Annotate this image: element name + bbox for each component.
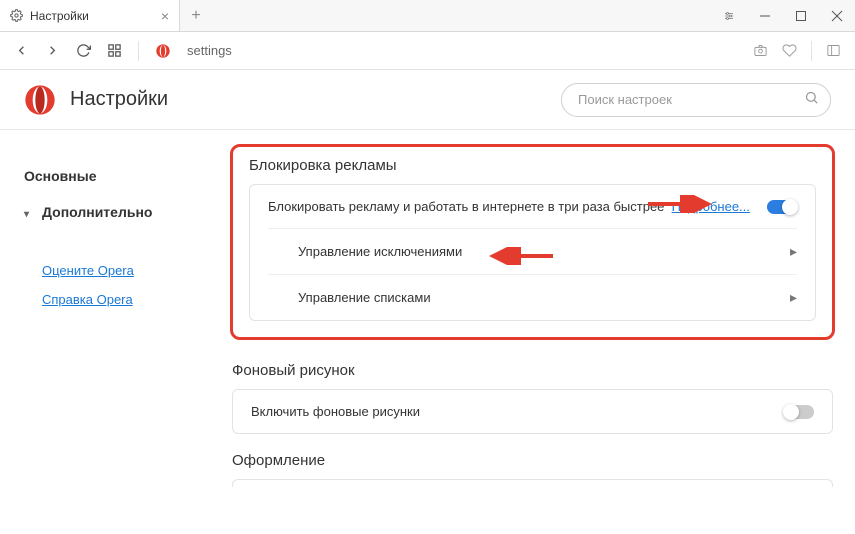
appearance-section: Оформление — [230, 452, 835, 487]
appearance-title: Оформление — [232, 452, 833, 469]
exceptions-row[interactable]: Управление исключениями ▸ — [268, 228, 797, 274]
exceptions-label: Управление исключениями — [298, 244, 778, 259]
adblock-desc: Блокировать рекламу и работать в интерне… — [268, 199, 755, 214]
divider — [811, 41, 812, 61]
sidebar: Основные Дополнительно Оцените Opera Спр… — [0, 130, 230, 534]
snapshot-icon[interactable] — [753, 43, 768, 58]
wallpaper-section: Фоновый рисунок Включить фоновые рисунки — [230, 362, 835, 434]
close-tab-icon[interactable]: × — [161, 8, 169, 24]
chevron-right-icon: ▸ — [790, 243, 797, 260]
reload-button[interactable] — [76, 43, 91, 58]
titlebar: Настройки × + — [0, 0, 855, 32]
search-input[interactable] — [561, 83, 831, 117]
search-wrap — [561, 83, 831, 117]
adblock-title: Блокировка рекламы — [249, 157, 816, 174]
lists-row[interactable]: Управление списками ▸ — [268, 274, 797, 320]
opera-logo-icon — [24, 84, 56, 116]
adblock-desc-text: Блокировать рекламу и работать в интерне… — [268, 199, 664, 214]
wallpaper-title: Фоновый рисунок — [232, 362, 833, 379]
browser-tab[interactable]: Настройки × — [0, 0, 180, 31]
page-title: Настройки — [70, 88, 561, 111]
easy-setup-icon[interactable] — [711, 0, 747, 32]
sidebar-link-help[interactable]: Справка Opera — [24, 285, 230, 314]
adblock-panel: Блокировка рекламы Блокировать рекламу и… — [230, 144, 835, 340]
tab-title: Настройки — [30, 9, 154, 23]
wallpaper-label: Включить фоновые рисунки — [251, 404, 772, 419]
gear-icon — [10, 9, 23, 22]
new-tab-button[interactable]: + — [180, 0, 212, 31]
forward-button[interactable] — [45, 43, 60, 58]
back-button[interactable] — [14, 43, 29, 58]
heart-icon[interactable] — [782, 43, 797, 58]
close-window-button[interactable] — [819, 0, 855, 32]
wallpaper-toggle-row: Включить фоновые рисунки — [233, 390, 832, 433]
learn-more-link[interactable]: Подробнее... — [672, 199, 750, 214]
sidebar-link-rate[interactable]: Оцените Opera — [24, 256, 230, 285]
wallpaper-toggle[interactable] — [784, 405, 814, 419]
sidebar-toggle-icon[interactable] — [826, 43, 841, 58]
window-controls — [711, 0, 855, 31]
settings-header: Настройки — [0, 70, 855, 130]
divider — [138, 41, 139, 61]
lists-label: Управление списками — [298, 290, 778, 305]
adblock-card: Блокировать рекламу и работать в интерне… — [249, 184, 816, 321]
minimize-button[interactable] — [747, 0, 783, 32]
maximize-button[interactable] — [783, 0, 819, 32]
main-content: Блокировка рекламы Блокировать рекламу и… — [230, 130, 855, 534]
sidebar-item-advanced[interactable]: Дополнительно — [24, 194, 230, 230]
opera-logo-icon — [155, 43, 171, 59]
address-bar: settings — [0, 32, 855, 70]
chevron-right-icon: ▸ — [790, 289, 797, 306]
search-icon — [804, 90, 819, 110]
url-text[interactable]: settings — [187, 43, 737, 58]
speed-dial-icon[interactable] — [107, 43, 122, 58]
adblock-toggle-row: Блокировать рекламу и работать в интерне… — [250, 185, 815, 228]
adblock-toggle[interactable] — [767, 200, 797, 214]
sidebar-item-basic[interactable]: Основные — [24, 158, 230, 194]
